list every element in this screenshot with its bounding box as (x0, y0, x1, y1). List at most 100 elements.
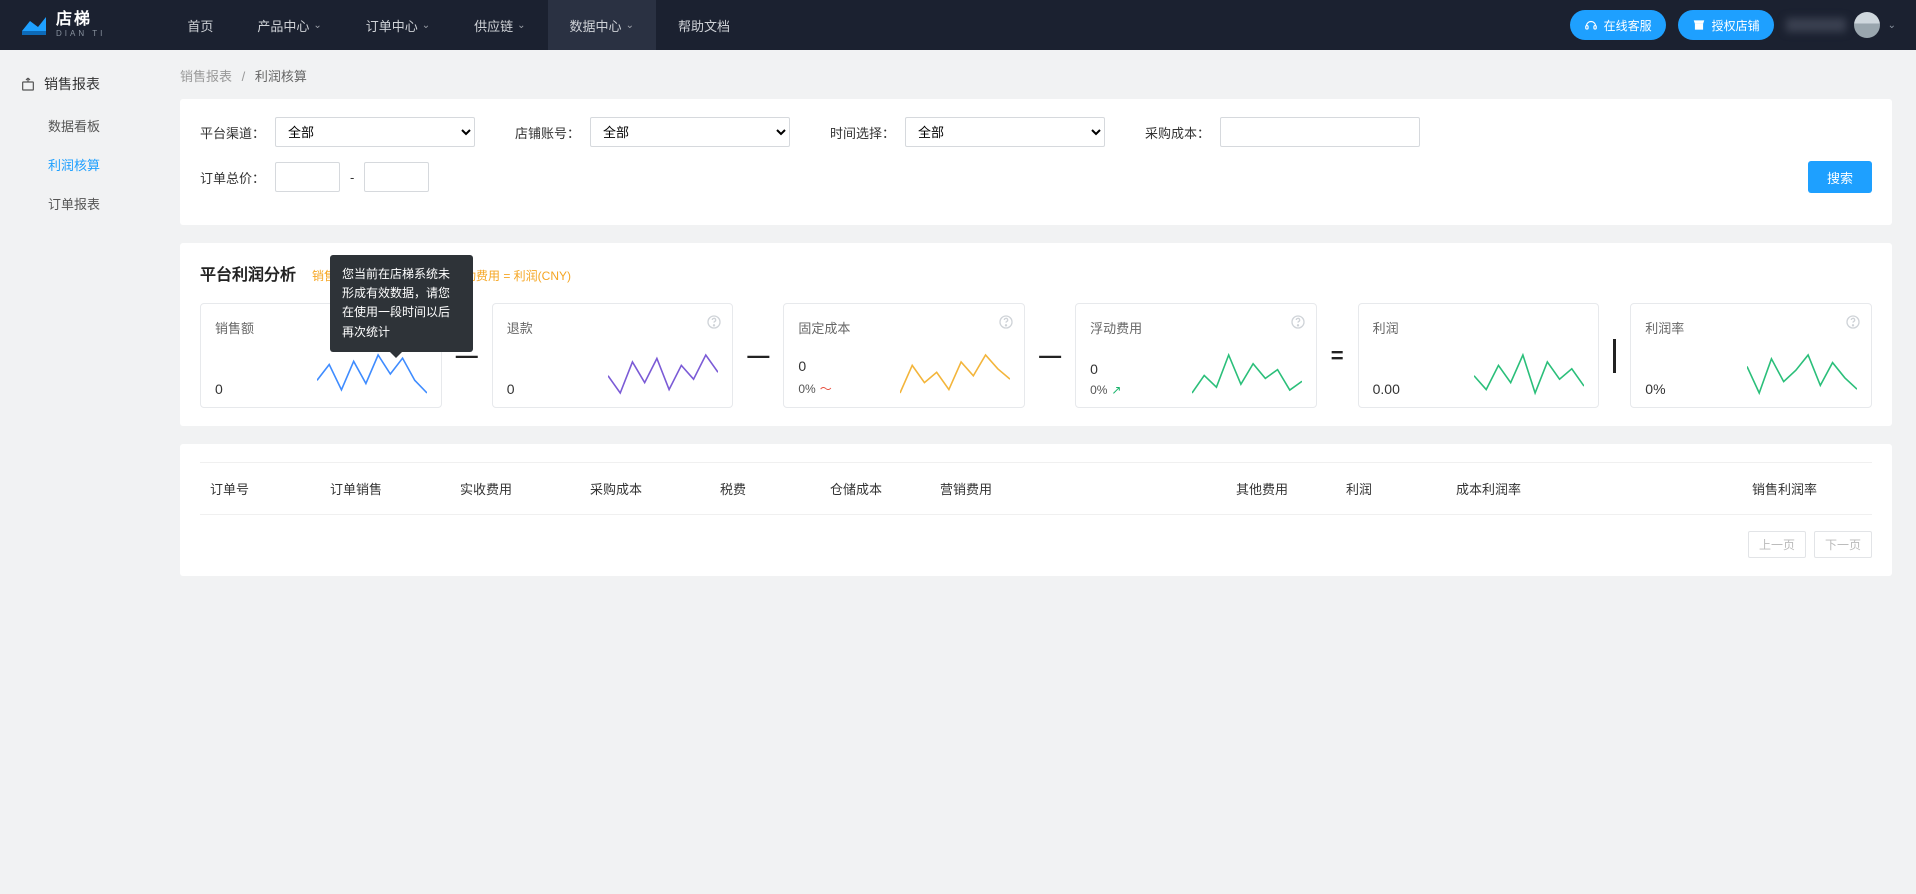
minus-icon: — (1039, 343, 1061, 369)
channel-select[interactable]: 全部 (275, 117, 475, 147)
breadcrumb-current: 利润核算 (255, 69, 307, 84)
card-title: 浮动费用 (1090, 318, 1302, 337)
card-value: 0 (507, 381, 515, 397)
user-name (1786, 18, 1846, 32)
breadcrumb: 销售报表 / 利润核算 (180, 66, 1892, 85)
search-button[interactable]: 搜索 (1808, 161, 1872, 193)
sparkline (900, 351, 1010, 397)
analysis-panel: 平台利润分析 销售额 - 退款 - 固定成本 - 浮动费用 = 利润(CNY) … (180, 243, 1892, 426)
brand-name-cn: 店梯 (56, 12, 105, 28)
th: 订单销售 (320, 479, 450, 498)
th: 营销费用 (930, 479, 1226, 498)
chevron-down-icon: ⌄ (517, 20, 525, 31)
prev-page-button[interactable]: 上一页 (1748, 531, 1806, 558)
nav-data[interactable]: 数据中心⌄ (548, 0, 656, 50)
card-value: 0 (798, 358, 831, 374)
filter-channel: 平台渠道： 全部 (200, 117, 475, 147)
price-max-input[interactable] (364, 162, 429, 192)
sparkline (608, 351, 718, 397)
card-title: 利润率 (1645, 318, 1857, 337)
table-panel: 订单号 订单销售 实收费用 采购成本 税费 仓储成本 营销费用 其他费用 利润 … (180, 444, 1892, 576)
chevron-down-icon: ⌄ (1888, 20, 1896, 31)
th: 仓储成本 (820, 479, 930, 498)
time-select[interactable]: 全部 (905, 117, 1105, 147)
th: 实收费用 (450, 479, 580, 498)
sparkline (1192, 351, 1302, 397)
th: 销售利润率 (1742, 479, 1872, 498)
brand-name-en: DIAN TI (56, 30, 105, 38)
card-float: 浮动费用 0 0%↗ (1075, 303, 1317, 408)
avatar (1854, 12, 1880, 38)
section-title: 平台利润分析 (200, 261, 296, 285)
nav-items: 首页 产品中心⌄ 订单中心⌄ 供应链⌄ 数据中心⌄ 帮助文档 (165, 0, 752, 50)
table-header: 订单号 订单销售 实收费用 采购成本 税费 仓储成本 营销费用 其他费用 利润 … (200, 462, 1872, 515)
minus-icon: — (747, 343, 769, 369)
help-icon[interactable] (1290, 314, 1306, 330)
equals-icon: = (1331, 343, 1344, 369)
sparkline (1747, 351, 1857, 397)
sidebar: 销售报表 数据看板 利润核算 订单报表 (0, 50, 180, 634)
chevron-down-icon: ⌄ (626, 20, 634, 31)
sparkline (1474, 351, 1584, 397)
trend-up-icon: ↗ (1111, 383, 1121, 397)
sidebar-item-order-report[interactable]: 订单报表 (48, 184, 180, 223)
nav-order[interactable]: 订单中心⌄ (344, 0, 452, 50)
online-service-button[interactable]: 在线客服 (1570, 10, 1666, 40)
card-title: 利润 (1373, 318, 1585, 337)
store-select[interactable]: 全部 (590, 117, 790, 147)
filter-cost: 采购成本： (1145, 117, 1420, 147)
card-profit: 利润 0.00 (1358, 303, 1600, 408)
nav-supply[interactable]: 供应链⌄ (452, 0, 547, 50)
th: 成本利润率 (1446, 479, 1742, 498)
cost-input[interactable] (1220, 117, 1420, 147)
sidebar-group[interactable]: 销售报表 (0, 74, 180, 106)
filter-store: 店铺账号： 全部 (515, 117, 790, 147)
card-value: 0.00 (1373, 381, 1400, 397)
card-rate: 利润率 0% (1630, 303, 1872, 408)
main-content: 销售报表 / 利润核算 平台渠道： 全部 店铺账号： 全部 时间选择： 全部 (180, 50, 1916, 634)
card-fixed: 固定成本 0 0%〜 (783, 303, 1025, 408)
th: 其他费用 (1226, 479, 1336, 498)
headset-icon (1584, 18, 1598, 32)
auth-shop-button[interactable]: 授权店铺 (1678, 10, 1774, 40)
filter-panel: 平台渠道： 全部 店铺账号： 全部 时间选择： 全部 采购成本： (180, 99, 1892, 225)
next-page-button[interactable]: 下一页 (1814, 531, 1872, 558)
filter-price: 订单总价： - (200, 162, 429, 192)
filter-time: 时间选择： 全部 (830, 117, 1105, 147)
sidebar-item-profit[interactable]: 利润核算 (48, 145, 180, 184)
top-nav: 店梯 DIAN TI 首页 产品中心⌄ 订单中心⌄ 供应链⌄ 数据中心⌄ 帮助文… (0, 0, 1916, 50)
card-value: 0% (1645, 381, 1665, 397)
sparkline (317, 351, 427, 397)
th: 采购成本 (580, 479, 710, 498)
card-value: 0 (1090, 361, 1121, 377)
card-refund: 退款 0 (492, 303, 734, 408)
divider-icon (1613, 339, 1616, 373)
sidebar-item-dashboard[interactable]: 数据看板 (48, 106, 180, 145)
card-title: 退款 (507, 318, 719, 337)
nav-help[interactable]: 帮助文档 (656, 0, 752, 50)
sidebar-group-label: 销售报表 (44, 74, 100, 94)
tooltip: 您当前在店梯系统未形成有效数据，请您在使用一段时间以后再次统计 (330, 255, 473, 352)
user-menu[interactable]: ⌄ (1786, 12, 1896, 38)
nav-product[interactable]: 产品中心⌄ (235, 0, 343, 50)
pager: 上一页 下一页 (200, 531, 1872, 558)
brand[interactable]: 店梯 DIAN TI (20, 12, 105, 38)
price-min-input[interactable] (275, 162, 340, 192)
breadcrumb-root[interactable]: 销售报表 (180, 69, 232, 84)
chevron-down-icon: ⌄ (422, 20, 430, 31)
trend-down-icon: 〜 (820, 380, 832, 397)
th: 税费 (710, 479, 820, 498)
help-icon[interactable] (1845, 314, 1861, 330)
chevron-down-icon: ⌄ (313, 20, 321, 31)
nav-home[interactable]: 首页 (165, 0, 235, 50)
shop-icon (1692, 18, 1706, 32)
help-icon[interactable] (706, 314, 722, 330)
card-title: 固定成本 (798, 318, 1010, 337)
help-icon[interactable] (998, 314, 1014, 330)
th: 利润 (1336, 479, 1446, 498)
report-icon (20, 76, 36, 92)
nav-right: 在线客服 授权店铺 ⌄ (1570, 10, 1896, 40)
card-value: 0 (215, 381, 223, 397)
th: 订单号 (200, 479, 320, 498)
brand-logo-icon (20, 13, 48, 37)
